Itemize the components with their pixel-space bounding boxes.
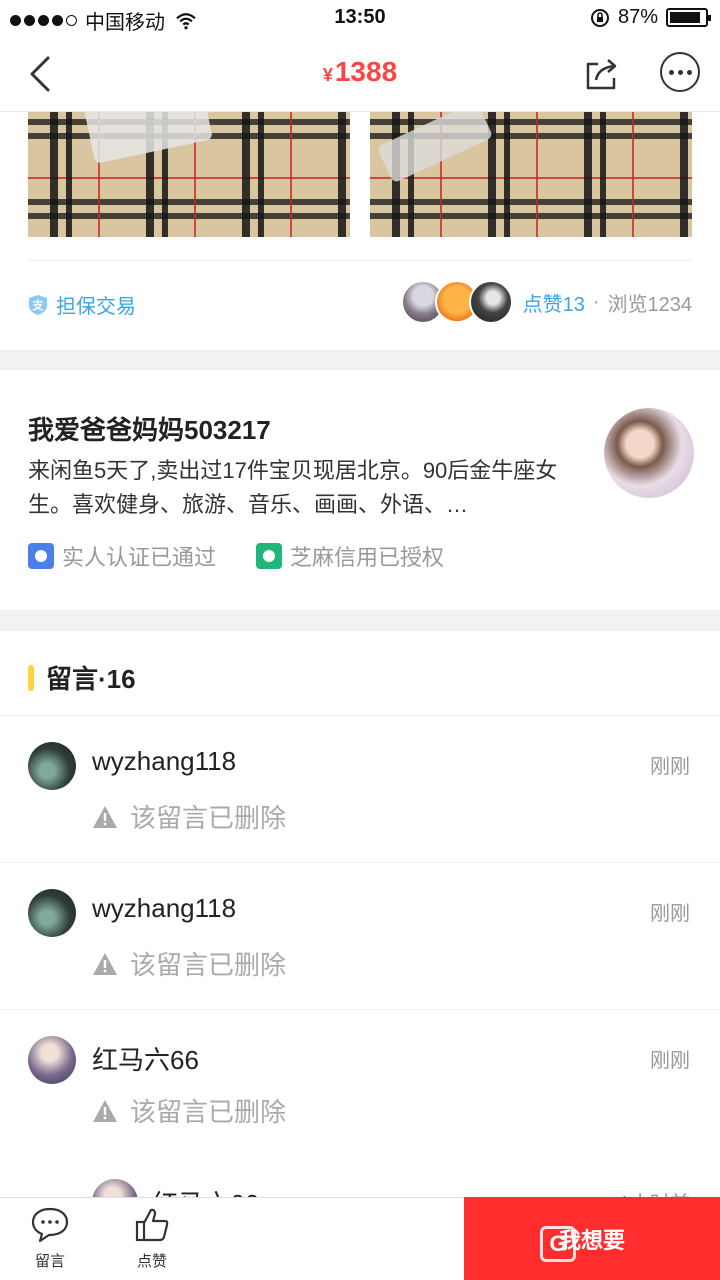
avatar[interactable]: [604, 408, 694, 498]
tab-like-label: 点赞: [136, 1253, 167, 1270]
product-image[interactable]: [28, 112, 350, 237]
verify-zhima: 芝麻信用已授权: [256, 540, 444, 572]
comment-user[interactable]: wyzhang118: [92, 746, 236, 777]
battery-percent: 87%: [617, 6, 658, 28]
svg-text:支: 支: [32, 298, 45, 312]
reply-user[interactable]: 红马六66: [152, 1184, 259, 1198]
comment-body: 该留言已删除: [92, 945, 286, 982]
avatar: [468, 280, 513, 324]
comment-text: 该留言已删除: [130, 1097, 287, 1127]
battery-icon: [666, 8, 711, 27]
tab-message-label: 留言: [34, 1253, 65, 1270]
shield-icon: 支: [29, 294, 47, 315]
guarantee-label: 担保交易: [56, 296, 136, 318]
comments-header: 留言·16: [28, 659, 136, 696]
want-button[interactable]: 我想要: [464, 1197, 720, 1280]
comment-text: 该留言已删除: [130, 950, 287, 980]
comment-time: 刚刚: [650, 903, 690, 925]
comment-time: 刚刚: [650, 1050, 690, 1072]
nav-bar: ¥1388: [0, 36, 720, 112]
watermark-logo: G: [540, 1226, 576, 1262]
verify-zhima-label: 芝麻信用已授权: [290, 545, 445, 570]
more-icon[interactable]: [660, 52, 700, 92]
currency-symbol: ¥: [322, 65, 333, 85]
status-bar: 中国移动 13:50 87%: [0, 0, 720, 36]
comment-item[interactable]: wyzhang118 刚刚 该留言已删除: [0, 716, 720, 863]
warning-icon: [93, 1099, 117, 1122]
warning-icon: [93, 805, 117, 828]
product-image[interactable]: [370, 112, 692, 237]
comment-text: 该留言已删除: [130, 803, 287, 833]
share-icon[interactable]: [582, 54, 622, 94]
verify-real-label: 实人认证已通过: [62, 545, 217, 570]
separator: ·: [592, 290, 600, 313]
thumbs-up-icon: [135, 1208, 169, 1242]
reply-item[interactable]: 红马六66: [92, 1179, 259, 1197]
price-value: 1388: [334, 56, 398, 87]
avatar[interactable]: [92, 1179, 138, 1197]
reply-time: 1小时前: [619, 1187, 690, 1197]
comment-item[interactable]: 红马六66 刚刚 该留言已删除: [0, 1010, 720, 1157]
header-accent-bar: [28, 664, 34, 691]
divider: [28, 260, 692, 261]
status-right: 87%: [590, 6, 711, 29]
seller-bio: 来闲鱼5天了,卖出过17件宝贝现居北京。90后金牛座女生。喜欢健身、旅游、音乐、…: [28, 458, 558, 517]
tab-message[interactable]: 留言: [15, 1206, 85, 1271]
comment-bubble-icon: [31, 1207, 69, 1243]
comment-user[interactable]: wyzhang118: [92, 893, 236, 924]
avatar[interactable]: [28, 889, 76, 937]
view-count: 浏览1234: [607, 293, 693, 316]
avatar[interactable]: [28, 742, 76, 790]
seller-card[interactable]: 我爱爸爸妈妈503217 来闲鱼5天了,卖出过17件宝贝现居北京。90后金牛座女…: [0, 370, 720, 610]
comments-section: 留言·16 wyzhang118 刚刚 该留言已删除 wyzhang118 刚刚…: [0, 631, 720, 1197]
comment-time: 刚刚: [650, 756, 690, 778]
like-count: 点赞13: [522, 293, 585, 316]
seller-name: 我爱爸爸妈妈503217: [28, 415, 271, 445]
comment-item[interactable]: wyzhang118 刚刚 该留言已删除: [0, 863, 720, 1010]
product-section: 支 担保交易 点赞13 · 浏览1234: [0, 112, 720, 350]
guarantee-badge[interactable]: 支 担保交易: [28, 290, 136, 319]
user-verified-icon: [28, 543, 54, 569]
tab-like[interactable]: 点赞: [117, 1206, 187, 1271]
comment-body: 该留言已删除: [92, 1092, 286, 1129]
warning-icon: [93, 952, 117, 975]
orientation-lock-icon: [590, 8, 609, 27]
comment-body: 该留言已删除: [92, 798, 286, 835]
comment-user[interactable]: 红马六66: [92, 1040, 199, 1077]
avatar[interactable]: [28, 1036, 76, 1084]
verification-row: 实人认证已通过 芝麻信用已授权: [28, 540, 444, 572]
likes-row[interactable]: 点赞13 · 浏览1234: [400, 280, 693, 324]
comments-title: 留言·16: [46, 664, 136, 694]
verify-real-person: 实人认证已通过: [28, 540, 216, 572]
sesame-credit-icon: [256, 543, 283, 569]
